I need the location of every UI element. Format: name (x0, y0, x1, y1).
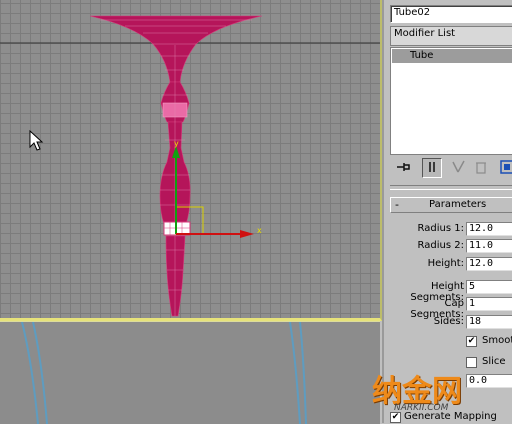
axis-y-label: y (174, 139, 179, 148)
radius1-label: Radius 1: (417, 223, 464, 234)
mouse-cursor-icon (29, 129, 44, 151)
viewport-front[interactable]: x y (0, 0, 382, 321)
radius2-spinner[interactable]: 11.0 (466, 239, 512, 253)
remove-modifier-icon[interactable] (472, 158, 490, 176)
stack-item-tube[interactable]: Tube (392, 49, 512, 63)
object-name-field[interactable]: Tube02 (390, 5, 512, 23)
sides-label: Sides: (433, 316, 464, 327)
radius1-spinner[interactable]: 12.0 (466, 222, 512, 236)
height-spinner[interactable]: 12.0 (466, 257, 512, 271)
command-panel: Tube02 Modifier List Tube - Parameters R… (382, 0, 512, 423)
smooth-checkbox[interactable]: ✔ (466, 336, 477, 347)
show-end-result-icon[interactable] (422, 158, 442, 178)
height-segments-spinner[interactable]: 5 (466, 280, 512, 294)
scene-svg: x y (0, 15, 380, 317)
parameters-rollout-header[interactable]: - Parameters (390, 197, 512, 213)
left-view-svg (21, 322, 307, 424)
separator (390, 185, 512, 190)
modifier-list-dropdown[interactable]: Modifier List (390, 26, 512, 46)
sides-spinner[interactable]: 18 (466, 315, 512, 329)
configure-sets-icon[interactable] (498, 158, 512, 176)
rollout-title: Parameters (429, 199, 487, 210)
smooth-label: Smooth (482, 335, 512, 346)
site-watermark-logo: 纳金网 NARKII.COM (372, 366, 512, 423)
viewport-left[interactable] (0, 321, 380, 424)
pin-stack-icon[interactable] (394, 158, 412, 176)
cap-segments-spinner[interactable]: 1 (466, 297, 512, 311)
watermark-subtext: NARKII.COM (394, 403, 449, 413)
make-unique-icon[interactable] (450, 158, 468, 176)
modifier-stack[interactable]: Tube (390, 47, 512, 155)
stack-toolbar (390, 158, 512, 178)
axis-x-label: x (257, 226, 262, 235)
rollout-toggle[interactable]: - (395, 198, 399, 211)
height-label: Height: (427, 258, 464, 269)
radius2-label: Radius 2: (417, 240, 464, 251)
